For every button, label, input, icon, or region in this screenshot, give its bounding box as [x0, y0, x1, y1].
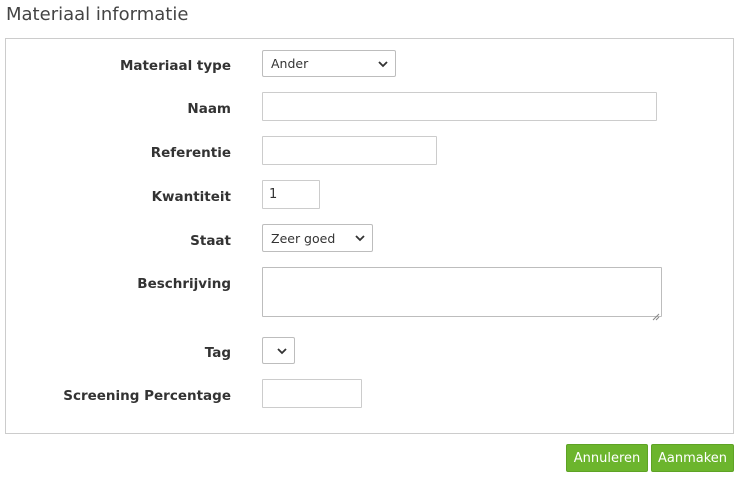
quantity-value: 1 — [269, 187, 278, 202]
tag-select[interactable] — [262, 337, 295, 364]
chevron-down-icon — [276, 345, 288, 357]
name-input[interactable] — [262, 92, 657, 121]
condition-value: Zeer goed — [271, 230, 336, 246]
chevron-down-icon — [354, 232, 366, 244]
create-button[interactable]: Aanmaken — [651, 444, 734, 472]
tag-label: Tag — [204, 345, 231, 361]
reference-label: Referentie — [150, 145, 231, 161]
description-textarea[interactable] — [262, 267, 662, 321]
quantity-input[interactable]: 1 — [262, 180, 320, 209]
quantity-label: Kwantiteit — [151, 189, 231, 205]
material-type-value: Ander — [271, 56, 309, 71]
material-type-select[interactable]: Ander — [262, 50, 396, 77]
reference-input[interactable] — [262, 136, 437, 165]
material-type-label: Materiaal type — [119, 58, 231, 74]
description-label: Beschrijving — [137, 276, 231, 292]
cancel-button[interactable]: Annuleren — [566, 444, 648, 472]
page-title: Materiaal informatie — [6, 4, 189, 25]
resize-grip-icon[interactable] — [651, 306, 660, 321]
name-label: Naam — [187, 101, 231, 117]
condition-label: Staat — [190, 233, 231, 249]
condition-select[interactable]: Zeer goed — [262, 224, 373, 252]
screening-percentage-label: Screening Percentage — [63, 388, 231, 404]
screening-percentage-input[interactable] — [262, 379, 362, 408]
chevron-down-icon — [377, 58, 389, 70]
material-form-panel: Materiaal type Ander Naam Referentie Kwa… — [5, 38, 734, 434]
